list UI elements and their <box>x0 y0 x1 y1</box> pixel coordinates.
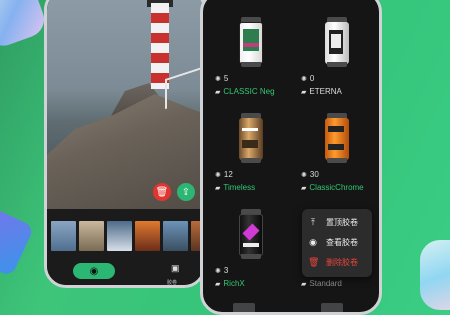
film-roll-image <box>319 17 355 67</box>
film-roll-context-menu: ⤒ 置顶胶卷 ◉ 查看胶卷 🗑 删除胶卷 <box>302 209 372 277</box>
view-roll-menu-item[interactable]: ◉ 查看胶卷 <box>302 232 372 252</box>
folder-icon: ▰ <box>215 280 221 288</box>
phone-photo-viewer: 🗑 ⇪ ◉ ▣ 胶卷 <box>44 0 206 288</box>
share-photo-button[interactable]: ⇪ <box>177 183 195 201</box>
thumbnail[interactable] <box>51 221 76 251</box>
film-roll-name: ▰ RichX <box>215 279 245 288</box>
aperture-icon: ✺ <box>301 171 307 179</box>
aperture-icon: ✺ <box>301 75 307 83</box>
eye-icon: ◉ <box>309 236 317 247</box>
film-roll-image <box>233 17 269 67</box>
film-roll-count: ✺ 5 <box>215 74 229 83</box>
thumbnail[interactable] <box>107 221 132 251</box>
camera-icon: ◉ <box>89 265 99 277</box>
album-tab-label: 胶卷 <box>167 280 178 286</box>
delete-roll-menu-item[interactable]: 🗑 删除胶卷 <box>302 252 372 272</box>
share-icon: ⇪ <box>181 186 191 198</box>
film-roll-image <box>233 209 269 259</box>
film-roll-name: ▰ CLASSIC Neg <box>215 87 275 96</box>
film-roll-count: ✺ 30 <box>301 170 319 179</box>
album-tab[interactable]: ▣ <box>171 263 180 274</box>
trash-icon: 🗑 <box>155 186 169 198</box>
film-roll-count: ✺ 12 <box>215 170 233 179</box>
thumbnail[interactable] <box>163 221 188 251</box>
film-roll-image <box>233 303 255 312</box>
lighthouse <box>151 3 169 89</box>
aperture-icon: ✺ <box>215 267 221 275</box>
film-roll-name: ▰ ClassicChrome <box>301 183 364 192</box>
decorative-blob <box>420 240 450 310</box>
film-roll-count: ✺ 0 <box>301 74 315 83</box>
folder-icon: ▰ <box>215 88 221 96</box>
bottom-nav: ◉ ▣ 胶卷 <box>47 257 203 286</box>
film-roll-image <box>233 113 269 163</box>
camera-tab[interactable]: ◉ <box>73 263 115 279</box>
thumbnail[interactable] <box>135 221 160 251</box>
film-roll-image <box>321 303 343 312</box>
pin-roll-menu-item[interactable]: ⤒ 置顶胶卷 <box>302 212 372 232</box>
delete-photo-button[interactable]: 🗑 <box>153 183 171 201</box>
folder-icon: ▰ <box>301 184 307 192</box>
pin-top-icon: ⤒ <box>311 216 315 227</box>
decorative-blob <box>0 208 35 277</box>
folder-icon: ▰ <box>301 88 307 96</box>
film-roll-count: ✺ 3 <box>215 266 229 275</box>
film-roll-name: ▰ Timeless <box>215 183 256 192</box>
film-roll-image <box>319 113 355 163</box>
decorative-blob <box>0 0 50 51</box>
railing <box>165 62 203 110</box>
folder-icon: ▰ <box>301 280 307 288</box>
album-icon: ▣ <box>171 263 180 273</box>
film-roll-name: ▰ ETERNA <box>301 87 342 96</box>
thumbnail[interactable] <box>79 221 104 251</box>
aperture-icon: ✺ <box>215 75 221 83</box>
thumbnail-strip <box>51 221 203 251</box>
aperture-icon: ✺ <box>215 171 221 179</box>
film-roll-name: ▰ Standard <box>301 279 342 288</box>
trash-icon: 🗑 <box>308 256 320 267</box>
photo-preview[interactable] <box>47 0 203 209</box>
folder-icon: ▰ <box>215 184 221 192</box>
